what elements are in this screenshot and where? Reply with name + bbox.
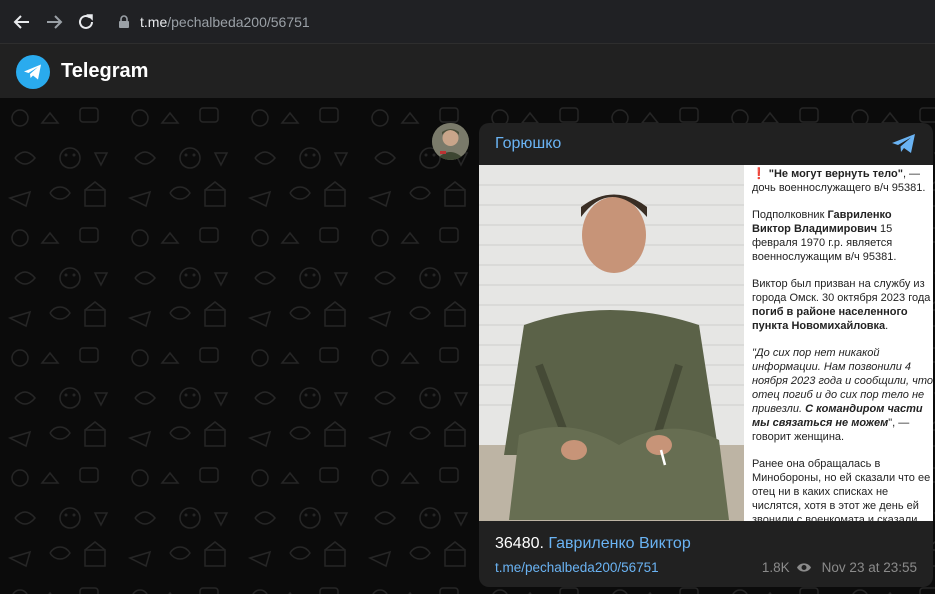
post-paragraph-2: Подполковник Гавриленко Виктор Владимиро… xyxy=(752,209,897,263)
channel-name[interactable]: Горюшко xyxy=(495,135,561,153)
browser-toolbar: t.me/pechalbeda200/56751 xyxy=(0,0,935,43)
message-card: Горюшко ❗ "Не могут вернуть тело", — доч… xyxy=(479,123,933,587)
back-button[interactable] xyxy=(8,8,36,36)
telegram-header: Telegram xyxy=(0,43,935,98)
url-path: /pechalbeda200/56751 xyxy=(167,13,310,30)
share-telegram-icon[interactable] xyxy=(891,133,917,160)
eye-icon xyxy=(796,563,811,572)
timestamp: Nov 23 at 23:55 xyxy=(821,560,917,575)
reload-button[interactable] xyxy=(72,8,100,36)
channel-avatar[interactable] xyxy=(432,123,469,160)
telegram-logo-icon[interactable] xyxy=(16,55,50,89)
post-link[interactable]: t.me/pechalbeda200/56751 xyxy=(495,560,659,575)
post-meta: 1.8K Nov 23 at 23:55 xyxy=(762,560,917,575)
caption-name-link[interactable]: Гавриленко Виктор xyxy=(548,535,690,552)
forward-arrow-icon xyxy=(47,15,63,29)
lock-icon xyxy=(119,14,129,28)
post-paragraph-5: Ранее она обращалась в Минобороны, но ей… xyxy=(752,458,931,521)
photo-soldier xyxy=(479,165,744,521)
view-count: 1.8K xyxy=(761,560,790,575)
post-image[interactable]: ❗ "Не могут вернуть тело", — дочь военно… xyxy=(479,165,933,521)
post-headline: ❗ "Не могут вернуть тело", — дочь военно… xyxy=(752,168,926,194)
caption: 36480. Гавриленко Виктор xyxy=(495,535,691,553)
reload-icon xyxy=(79,14,93,29)
post-text-screenshot: ❗ "Не могут вернуть тело", — дочь военно… xyxy=(752,165,933,521)
post-paragraph-4: "До сих пор нет никакой информации. Нам … xyxy=(752,347,933,443)
caption-number: 36480. xyxy=(495,535,544,552)
back-arrow-icon xyxy=(13,15,29,29)
app-title: Telegram xyxy=(61,60,149,82)
forward-button[interactable] xyxy=(40,8,68,36)
post-paragraph-3: Виктор был призван на службу из города О… xyxy=(752,278,931,332)
address-bar[interactable]: t.me/pechalbeda200/56751 xyxy=(108,5,930,38)
url-host: t.me xyxy=(140,13,168,30)
